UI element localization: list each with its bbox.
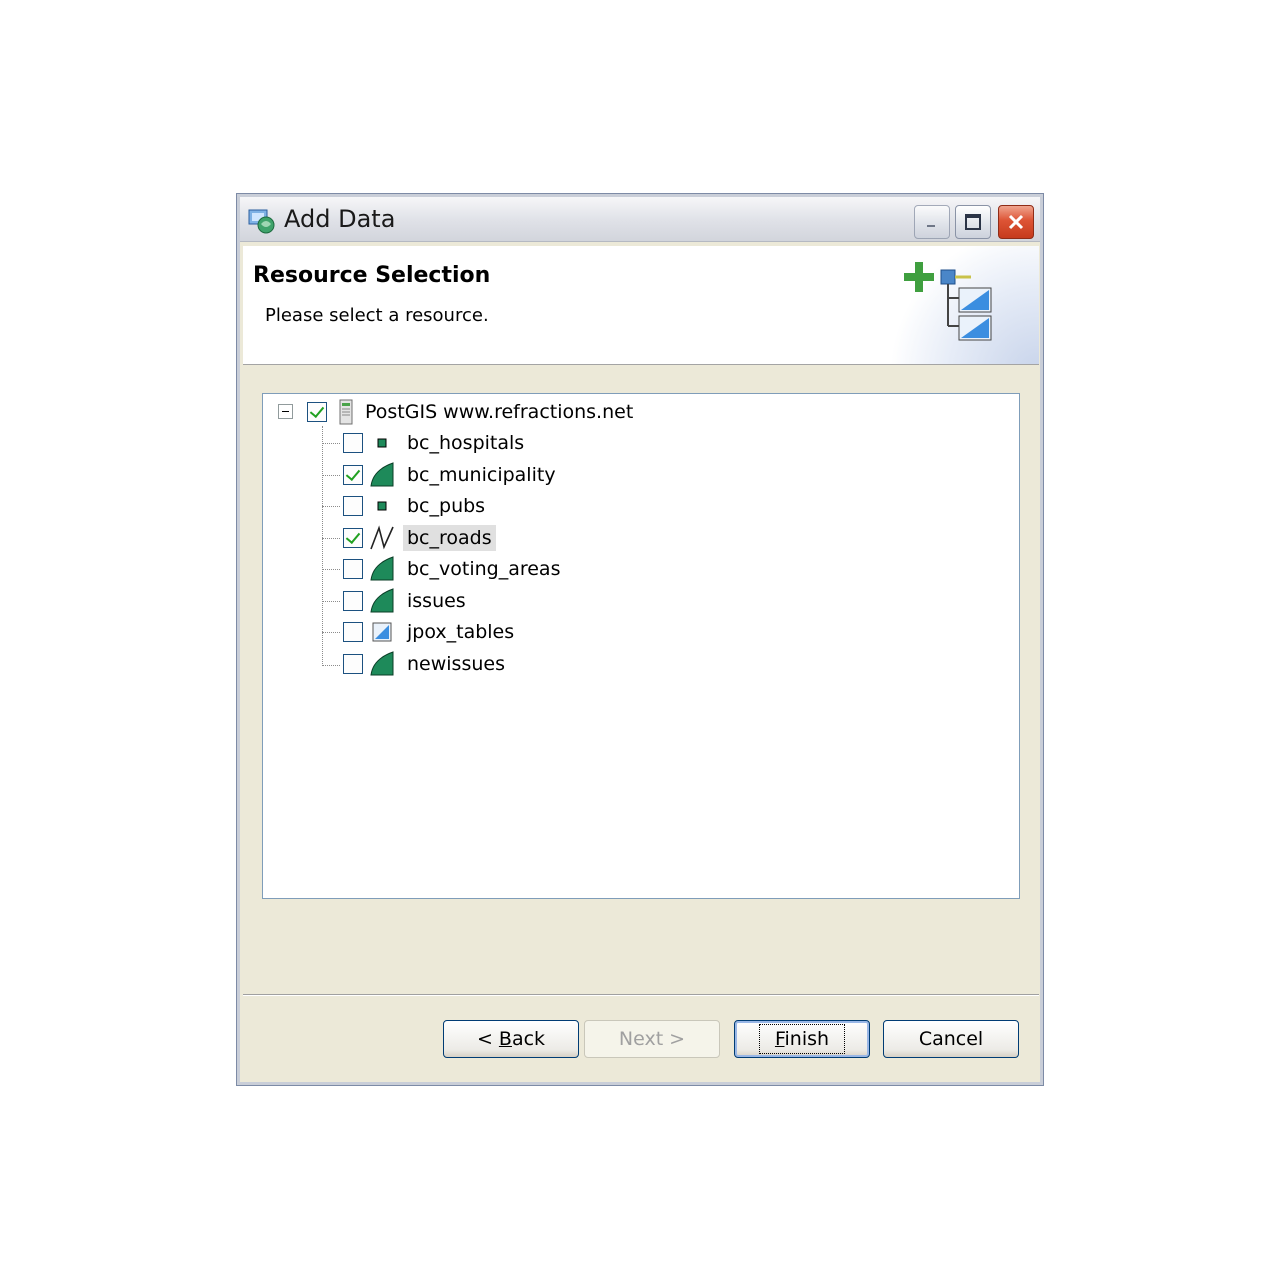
next-button-label: Next > [618, 1028, 686, 1050]
tree-connector [322, 443, 340, 444]
checkbox[interactable] [343, 496, 363, 516]
checkbox[interactable] [343, 622, 363, 642]
back-button-label: < Back [476, 1028, 546, 1050]
next-button[interactable]: Next > [584, 1020, 720, 1058]
maximize-icon [965, 214, 981, 230]
window-title: Add Data [284, 205, 396, 233]
tree-root-label: PostGIS www.refractions.net [365, 401, 634, 423]
tree-connector [322, 538, 340, 539]
generic-layer-icon [369, 619, 395, 645]
tree-item-bc_voting_areas[interactable]: bc_voting_areas [343, 554, 564, 584]
tree-root-postgis[interactable]: PostGIS www.refractions.net [307, 397, 637, 427]
tree-item-label: newissues [407, 653, 505, 675]
minimize-button[interactable] [914, 205, 950, 239]
wizard-header: Resource Selection Please select a resou… [243, 246, 1039, 365]
cancel-button[interactable]: Cancel [883, 1020, 1019, 1058]
point-layer-icon [369, 430, 395, 456]
tree-item-label: bc_hospitals [407, 432, 525, 454]
tree-connector [322, 426, 323, 666]
polygon-layer-icon [369, 588, 395, 614]
cancel-button-label: Cancel [918, 1028, 984, 1050]
tree-connector [322, 506, 340, 507]
polygon-layer-icon [369, 651, 395, 677]
add-data-icon [248, 209, 275, 234]
checkbox[interactable] [343, 559, 363, 579]
checkbox[interactable] [343, 465, 363, 485]
finish-button[interactable]: Finish [734, 1020, 870, 1058]
close-icon [1008, 214, 1024, 230]
page-description: Please select a resource. [265, 305, 489, 326]
button-bar-divider [243, 994, 1039, 996]
tree-item-bc_hospitals[interactable]: bc_hospitals [343, 428, 528, 458]
tree-connector [322, 665, 340, 666]
line-layer-icon [369, 525, 395, 551]
tree-item-bc_roads[interactable]: bc_roads [343, 523, 496, 553]
polygon-layer-icon [369, 462, 395, 488]
tree-item-label: bc_pubs [407, 495, 486, 517]
tree-item-bc_pubs[interactable]: bc_pubs [343, 491, 489, 521]
tree-item-label: issues [407, 590, 466, 612]
tree-connector [322, 601, 340, 602]
collapse-toggle[interactable] [278, 404, 293, 419]
tree-item-newissues[interactable]: newissues [343, 649, 509, 679]
tree-item-issues[interactable]: issues [343, 586, 470, 616]
database-server-icon [333, 399, 359, 425]
checkbox[interactable] [343, 433, 363, 453]
tree-item-label: bc_municipality [407, 464, 556, 486]
checkbox[interactable] [343, 654, 363, 674]
finish-button-label: Finish [758, 1024, 846, 1054]
add-resource-wizard-icon [904, 262, 992, 341]
tree-item-label: bc_voting_areas [407, 558, 561, 580]
close-button[interactable] [998, 205, 1034, 239]
add-data-dialog: Add Data Resource Selection Please selec… [236, 193, 1044, 1086]
tree-item-bc_municipality[interactable]: bc_municipality [343, 460, 560, 490]
checkbox[interactable] [343, 528, 363, 548]
tree-connector [322, 632, 340, 633]
title-bar[interactable]: Add Data [240, 197, 1040, 242]
tree-item-label: jpox_tables [407, 621, 515, 643]
polygon-layer-icon [369, 556, 395, 582]
checkbox[interactable] [343, 591, 363, 611]
point-layer-icon [369, 493, 395, 519]
tree-item-jpox_tables[interactable]: jpox_tables [343, 617, 518, 647]
checkbox[interactable] [307, 402, 327, 422]
page-title: Resource Selection [253, 263, 491, 288]
tree-item-label: bc_roads [403, 525, 496, 551]
maximize-button[interactable] [955, 205, 991, 239]
minimize-icon [927, 225, 935, 227]
tree-connector [322, 569, 340, 570]
tree-connector [322, 475, 340, 476]
back-button[interactable]: < Back [443, 1020, 579, 1058]
resource-tree[interactable]: PostGIS www.refractions.net bc_hospitals… [262, 393, 1020, 899]
